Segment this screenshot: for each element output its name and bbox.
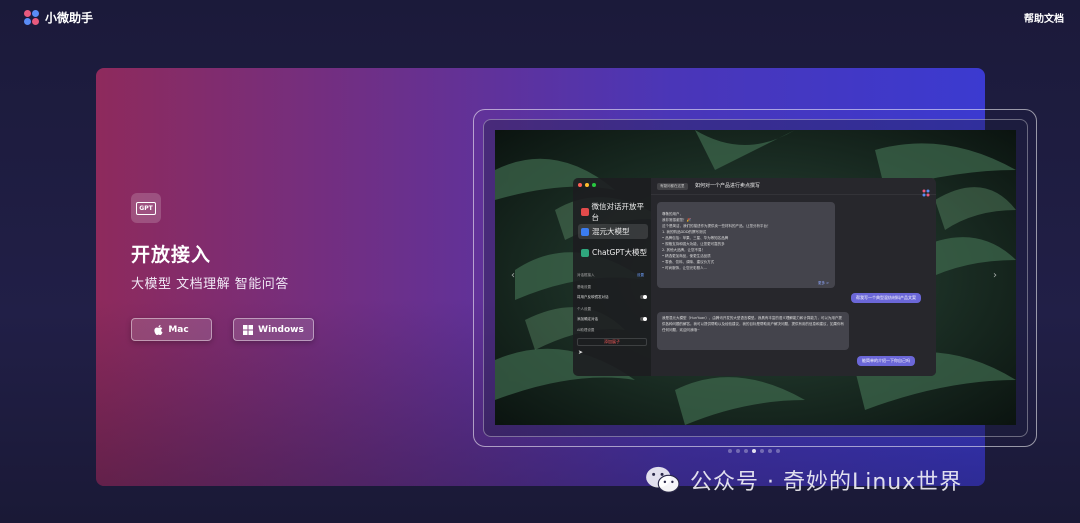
windows-icon	[243, 324, 254, 335]
assistant-message-1: 尊敬的用户， 我非常感谢您！🎉 这个是简洁，我们的描述作为提供卖一些材料的产品。…	[657, 202, 835, 288]
carousel-dot[interactable]	[744, 449, 748, 453]
sidebar-ai-settings: AI助理设置	[577, 328, 595, 332]
chatgpt-icon	[581, 248, 589, 257]
gpt-badge-label: GPT	[136, 201, 156, 215]
help-docs-link[interactable]: 帮助文档	[1024, 10, 1064, 25]
platform-item-chatgpt[interactable]: ChatGPT大模型	[578, 245, 648, 260]
carousel-dot[interactable]	[736, 449, 740, 453]
sidebar-toggle-1[interactable]	[640, 295, 647, 299]
hunyuan-icon	[581, 227, 589, 236]
platform-label: 微信对话开放平台	[591, 201, 645, 222]
app-name: 小微助手	[45, 11, 94, 25]
sidebar-add-button[interactable]: 添加展子	[577, 338, 647, 346]
user-message-2: 能简单的介绍一下你自己吗	[857, 356, 915, 366]
assistant-message-text: 尊敬的用户， 我非常感谢您！🎉 这个是简洁，我们的描述作为提供卖一些材料的产品。…	[662, 212, 771, 270]
user-message-1: 帮我写一个典型混纺材料产品文案	[851, 293, 921, 303]
minimize-dot-icon	[585, 183, 589, 187]
sidebar-settings-link[interactable]: 设置	[637, 273, 644, 278]
hero-title: 开放接入	[131, 244, 212, 266]
preview-app-window: 微信对话开放平台 混元大模型 ChatGPT大模型 对话框接入 设置 基础设置 …	[573, 178, 936, 376]
app-logo[interactable]: 小微助手	[24, 9, 93, 26]
gpt-icon: GPT	[131, 193, 161, 223]
sidebar-option-label: 添加确定对话	[577, 317, 598, 321]
app-preview-screenshot: ‹ › 微信对话开放平台 混元大模型 ChatGPT大模型 对话框接入 设置 基…	[495, 130, 1016, 425]
carousel-next-arrow[interactable]: ›	[993, 270, 997, 281]
mac-label: Mac	[168, 324, 189, 335]
platform-label: 混元大模型	[592, 227, 630, 236]
chat-tag: 有疑问都在这里	[657, 183, 688, 190]
platform-item-wechat[interactable]: 微信对话开放平台	[578, 202, 648, 222]
hero-subtitle: 大模型 文档理解 智能问答	[131, 277, 289, 292]
chat-header: 有疑问都在这里 如何对一个产品进行卖点撰写	[651, 178, 936, 197]
sidebar-option-label: 将用户反映镜发对话	[577, 295, 609, 299]
platform-label: ChatGPT大模型	[592, 248, 647, 257]
download-windows-button[interactable]: Windows	[233, 318, 314, 341]
apple-icon	[154, 324, 163, 335]
chat-title: 如何对一个产品进行卖点撰写	[695, 183, 761, 189]
top-bar: 小微助手 帮助文档	[0, 0, 1080, 34]
sidebar-basic-settings: 基础设置	[577, 285, 591, 289]
wechat-open-icon	[581, 207, 589, 216]
assistant-message-2: 我是混元大模型（HunYuan），由腾讯开发的大型语言模型。我具有丰富的语义理解…	[657, 312, 849, 350]
sidebar-personal-settings: 个人设置	[577, 307, 591, 311]
maximize-dot-icon	[592, 183, 596, 187]
carousel-indicator	[728, 449, 780, 453]
sidebar-section-heading: 对话框接入	[577, 273, 595, 277]
platform-item-hunyuan[interactable]: 混元大模型	[578, 224, 648, 239]
chat-logo-icon	[922, 182, 930, 197]
carousel-dot[interactable]	[776, 449, 780, 453]
window-controls	[578, 183, 596, 187]
download-mac-button[interactable]: Mac	[131, 318, 212, 341]
close-dot-icon	[578, 183, 582, 187]
carousel-dot[interactable]	[768, 449, 772, 453]
wechat-icon	[646, 466, 680, 493]
carousel-dot[interactable]	[728, 449, 732, 453]
mouse-cursor-icon: ➤	[578, 349, 584, 356]
watermark: 公众号 · 奇妙的Linux世界	[644, 464, 962, 496]
watermark-text: 公众号 · 奇妙的Linux世界	[690, 470, 963, 495]
carousel-dot[interactable]	[760, 449, 764, 453]
carousel-dot-active[interactable]	[752, 449, 756, 453]
more-link[interactable]: 更多 >	[818, 280, 829, 286]
preview-sidebar: 微信对话开放平台 混元大模型 ChatGPT大模型 对话框接入 设置 基础设置 …	[573, 178, 651, 376]
windows-label: Windows	[258, 324, 304, 335]
logo-icon	[24, 9, 40, 26]
carousel-prev-arrow[interactable]: ‹	[511, 270, 515, 281]
preview-chat-panel: 有疑问都在这里 如何对一个产品进行卖点撰写 尊敬的用户， 我非常感谢您！🎉 这个…	[651, 178, 936, 376]
sidebar-toggle-2[interactable]	[640, 317, 647, 321]
